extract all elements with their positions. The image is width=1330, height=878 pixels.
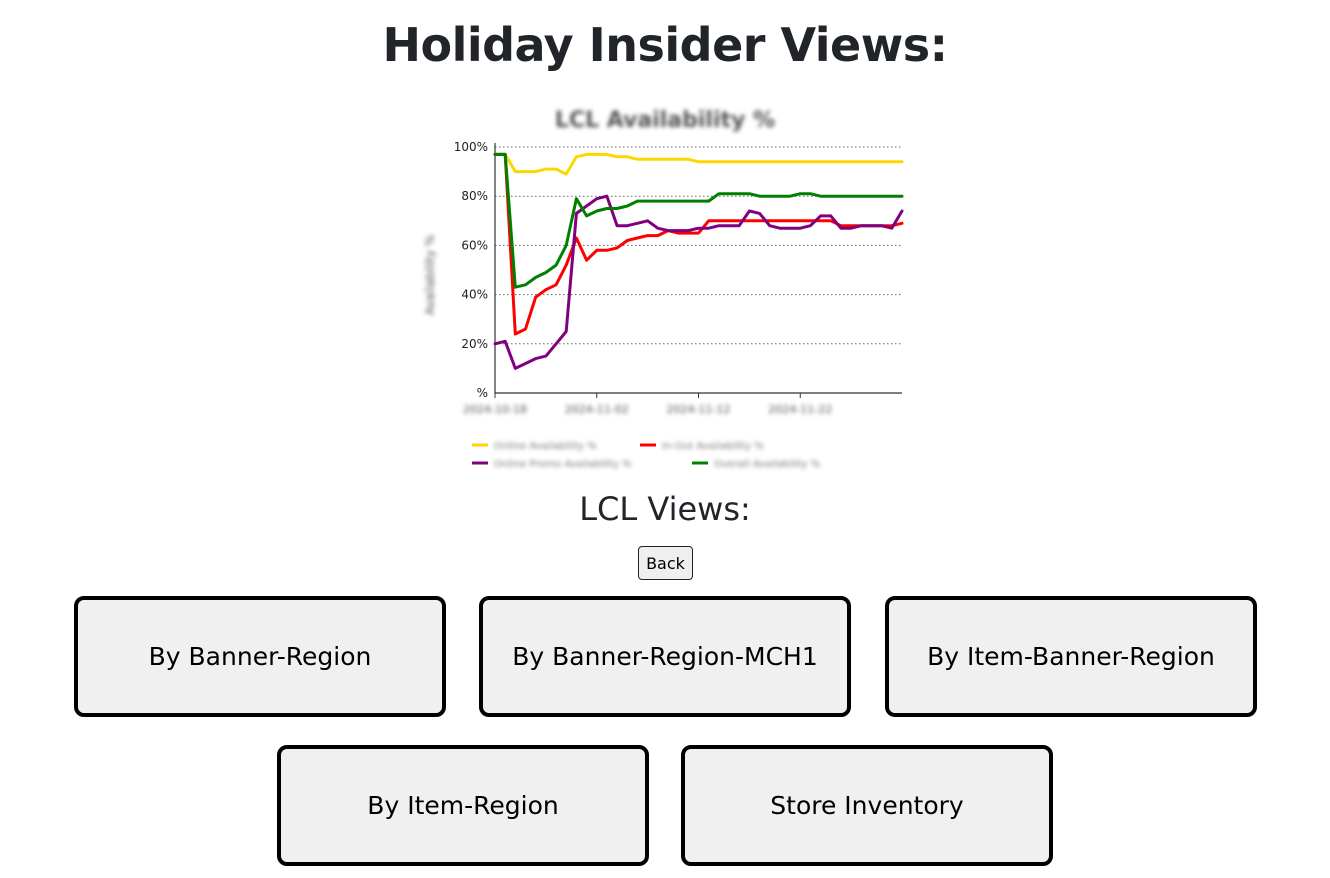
page: Holiday Insider Views: LCL Availability … xyxy=(0,0,1330,878)
legend-label: In-Out Availability % xyxy=(662,441,764,452)
back-button[interactable]: Back xyxy=(638,546,693,580)
view-button-by-banner-region-mch1[interactable]: By Banner-Region-MCH1 xyxy=(479,596,851,717)
x-tick-label: 2024-11-02 xyxy=(565,403,629,416)
chart-title: LCL Availability % xyxy=(555,108,775,133)
chart-axes xyxy=(494,143,902,394)
chart-x-ticks: 2024-10-18 2024-11-02 2024-11-12 2024-11-22 xyxy=(463,393,832,416)
y-tick-label: 60% xyxy=(461,238,488,252)
series-line xyxy=(493,152,904,336)
y-tick-label: % xyxy=(477,386,488,400)
series-line xyxy=(493,152,904,176)
series-line xyxy=(493,152,904,289)
y-tick-label: 100% xyxy=(454,140,488,154)
y-tick-label: 40% xyxy=(461,288,488,302)
y-tick-label: 20% xyxy=(461,337,488,351)
legend-label: Online Availability % xyxy=(494,441,597,452)
legend-label: Overall Availability % xyxy=(714,459,820,470)
x-tick-label: 2024-11-12 xyxy=(667,403,731,416)
legend-label: Online Promo Availability % xyxy=(494,459,632,470)
chart-gridlines xyxy=(495,146,902,345)
section-title: LCL Views: xyxy=(579,490,751,528)
chart-svg: LCL Availability % Availability % % 20% 40… xyxy=(423,108,904,470)
chart-y-ticks: % 20% 40% 60% 80% 100% xyxy=(454,140,488,400)
chart-series xyxy=(493,152,904,370)
view-button-by-banner-region[interactable]: By Banner-Region xyxy=(74,596,446,717)
x-tick-label: 2024-11-22 xyxy=(768,403,832,416)
view-button-by-item-region[interactable]: By Item-Region xyxy=(277,745,649,866)
x-tick-label: 2024-10-18 xyxy=(463,403,527,416)
availability-chart: LCL Availability % Availability % % 20% 40… xyxy=(420,100,910,480)
chart-legend: Online Availability % In-Out Availability… xyxy=(472,441,820,470)
view-button-by-item-banner-region[interactable]: By Item-Banner-Region xyxy=(885,596,1257,717)
view-button-store-inventory[interactable]: Store Inventory xyxy=(681,745,1053,866)
y-tick-label: 80% xyxy=(461,189,488,203)
chart-y-axis-label: Availability % xyxy=(423,235,437,316)
page-title: Holiday Insider Views: xyxy=(382,18,948,72)
